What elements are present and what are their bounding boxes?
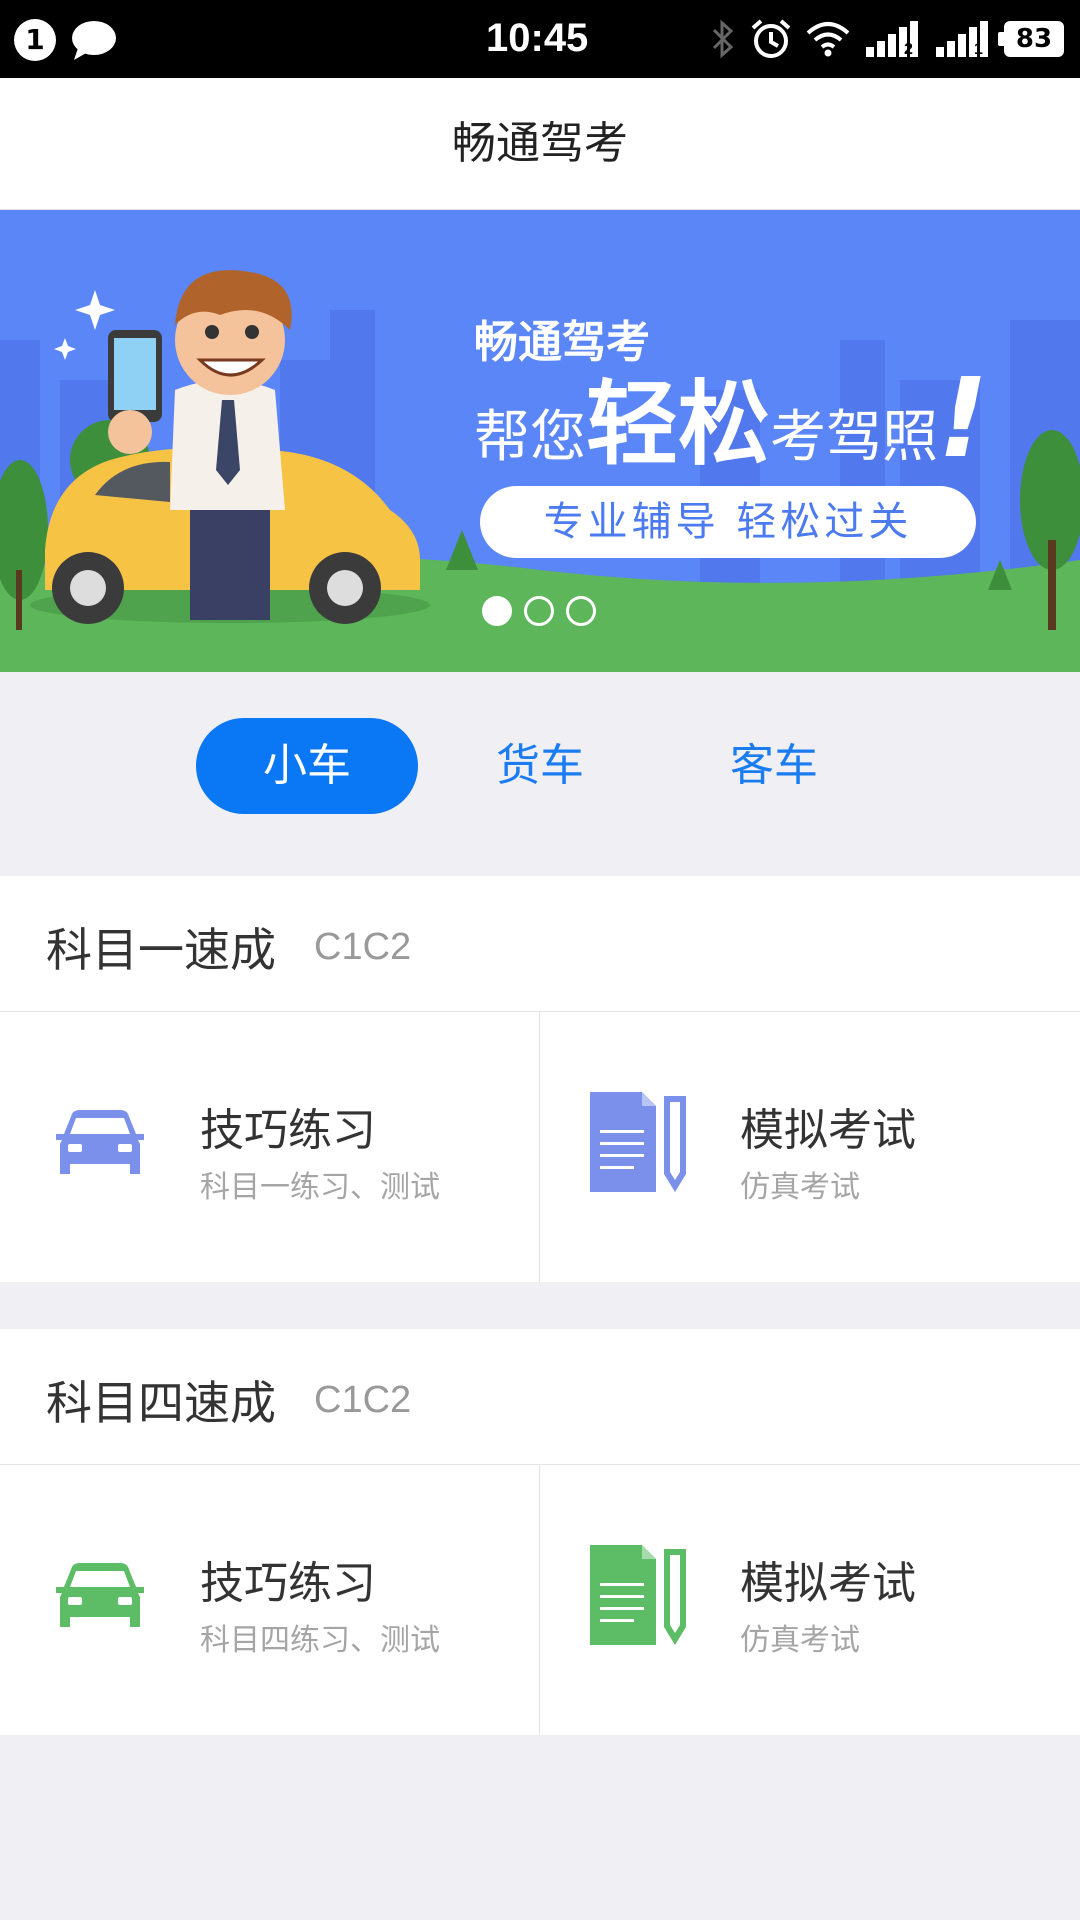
battery-icon: 83 bbox=[998, 21, 1064, 57]
card-subtitle: 科目一练习、测试 bbox=[200, 1170, 440, 1205]
banner-slogan-suffix: 考驾照 bbox=[770, 405, 939, 470]
carousel-dot-1[interactable] bbox=[482, 596, 512, 626]
card-title: 技巧练习 bbox=[200, 1105, 376, 1156]
card-title: 模拟考试 bbox=[740, 1105, 916, 1156]
bluetooth-icon bbox=[712, 19, 734, 59]
promo-banner[interactable]: 畅通驾考 帮您轻松考驾照! 专业辅导 轻松过关 bbox=[0, 210, 1080, 672]
license-class-label: C1C2 bbox=[314, 926, 412, 968]
banner-slogan-bang: ! bbox=[938, 354, 989, 482]
section-title: 科目一速成 bbox=[46, 923, 276, 977]
carousel-indicator[interactable] bbox=[482, 596, 596, 626]
status-bar: 1 10:45 2 1 83 bbox=[0, 0, 1080, 78]
banner-tagline-pill: 专业辅导 轻松过关 bbox=[480, 486, 976, 558]
app-title: 畅通驾考 bbox=[0, 78, 1080, 210]
status-time: 10:45 bbox=[486, 16, 589, 60]
svg-text:2: 2 bbox=[904, 41, 913, 57]
banner-slogan-prefix: 帮您 bbox=[474, 405, 586, 470]
document-pencil-icon bbox=[590, 1092, 686, 1192]
tab-truck[interactable]: 货车 bbox=[429, 718, 651, 814]
carousel-dot-2[interactable] bbox=[524, 596, 554, 626]
skill-practice-card[interactable]: 技巧练习 科目一练习、测试 bbox=[0, 1012, 540, 1282]
car-icon bbox=[56, 1563, 144, 1627]
tab-bus[interactable]: 客车 bbox=[663, 718, 885, 814]
car-icon bbox=[56, 1110, 144, 1174]
section-title: 科目四速成 bbox=[46, 1376, 276, 1430]
wifi-icon bbox=[806, 22, 850, 57]
section-header: 科目四速成 C1C2 bbox=[0, 1329, 1080, 1465]
vehicle-type-tabs: 小车 货车 客车 bbox=[0, 672, 1080, 876]
banner-slogan-emphasis: 轻松 bbox=[586, 371, 771, 478]
mock-exam-card[interactable]: 模拟考试 仿真考试 bbox=[540, 1012, 1080, 1282]
card-subtitle: 仿真考试 bbox=[740, 1623, 860, 1658]
carousel-dot-3[interactable] bbox=[566, 596, 596, 626]
alarm-icon bbox=[751, 19, 791, 58]
banner-slogan: 帮您轻松考驾照! bbox=[474, 350, 988, 483]
signal-1-icon: 1 bbox=[936, 21, 988, 57]
card-title: 技巧练习 bbox=[200, 1558, 376, 1609]
card-subtitle: 仿真考试 bbox=[740, 1170, 860, 1205]
section-header: 科目一速成 C1C2 bbox=[0, 876, 1080, 1012]
license-class-label: C1C2 bbox=[314, 1379, 412, 1421]
card-subtitle: 科目四练习、测试 bbox=[200, 1623, 440, 1658]
subject-one-section: 科目一速成 C1C2 技巧练习 科目一练习、测试 模拟考试 仿真考试 bbox=[0, 876, 1080, 1282]
notification-count-badge: 1 bbox=[14, 19, 56, 61]
card-title: 模拟考试 bbox=[740, 1558, 916, 1609]
subject-four-section: 科目四速成 C1C2 技巧练习 科目四练习、测试 模拟考试 仿真考试 bbox=[0, 1329, 1080, 1735]
mock-exam-card[interactable]: 模拟考试 仿真考试 bbox=[540, 1465, 1080, 1735]
svg-text:1: 1 bbox=[974, 41, 983, 57]
tab-small-car[interactable]: 小车 bbox=[196, 718, 418, 814]
document-pencil-icon bbox=[590, 1545, 686, 1645]
signal-2-icon: 2 bbox=[866, 21, 918, 57]
chat-bubble-icon bbox=[72, 21, 116, 60]
skill-practice-card[interactable]: 技巧练习 科目四练习、测试 bbox=[0, 1465, 540, 1735]
